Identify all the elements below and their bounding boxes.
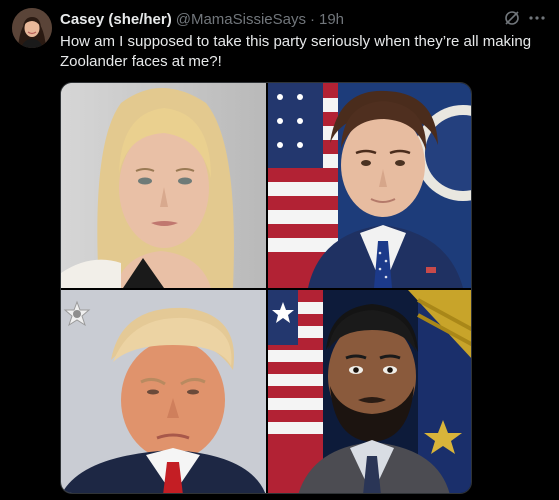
- grok-icon[interactable]: [503, 9, 521, 27]
- media-grid: [60, 82, 472, 494]
- avatar[interactable]: [12, 8, 52, 48]
- tweet-header: Casey (she/her) @MamaSissieSays · 19h: [60, 9, 547, 29]
- photo-top-left[interactable]: [61, 83, 266, 288]
- tweet-text: How am I supposed to take this party ser…: [60, 33, 532, 70]
- photo-bottom-left[interactable]: [61, 290, 266, 493]
- handle[interactable]: @MamaSissieSays: [176, 11, 306, 28]
- display-name[interactable]: Casey (she/her): [60, 11, 172, 28]
- timestamp[interactable]: 19h: [319, 11, 344, 28]
- photo-top-right[interactable]: [268, 83, 471, 288]
- tweet[interactable]: Casey (she/her) @MamaSissieSays · 19h Ho…: [0, 0, 559, 500]
- photo-bottom-right[interactable]: [268, 290, 471, 493]
- separator-dot: ·: [309, 10, 315, 28]
- more-icon[interactable]: [527, 9, 547, 27]
